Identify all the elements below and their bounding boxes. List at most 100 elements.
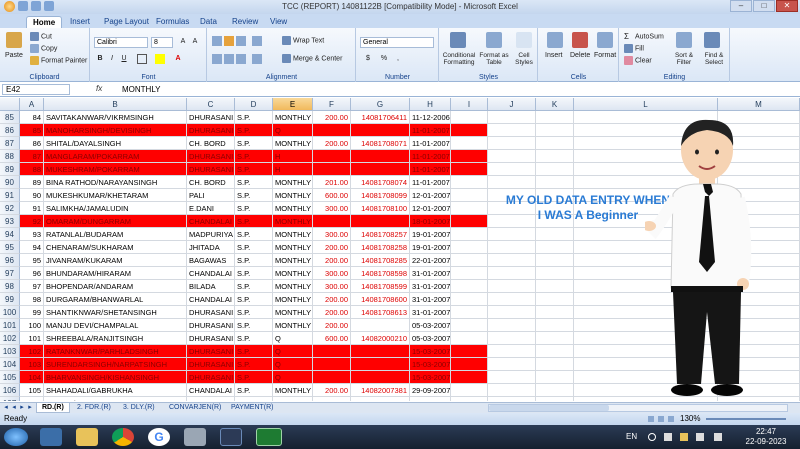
cell-f[interactable]: 600.00	[313, 332, 351, 345]
cell-j[interactable]	[488, 163, 536, 176]
cell-j[interactable]	[488, 293, 536, 306]
cell-c[interactable]: DHURASANI	[187, 124, 235, 137]
cell-g[interactable]: 14081708074	[351, 176, 410, 189]
cell-k[interactable]	[536, 254, 574, 267]
cell-d[interactable]: S.P.	[235, 202, 273, 215]
cell-j[interactable]	[488, 280, 536, 293]
cell-a[interactable]: 105	[20, 384, 44, 397]
cell-e[interactable]: MONTHLY	[273, 280, 313, 293]
cell-c[interactable]: CHANDALAI	[187, 293, 235, 306]
cell-b[interactable]: SHAHADALI/GABRUKHA	[44, 384, 187, 397]
copy-button[interactable]: Copy	[30, 44, 57, 53]
row-header[interactable]: 100	[0, 306, 20, 319]
bold-button[interactable]: B	[95, 54, 105, 64]
font-size-select[interactable]: 8	[151, 37, 173, 48]
minimize-button[interactable]: –	[730, 0, 752, 12]
cell-e[interactable]: H	[273, 163, 313, 176]
page-break-view-icon[interactable]	[668, 416, 674, 422]
align-center-icon[interactable]	[224, 54, 234, 64]
cell-h[interactable]: 29-09-2007	[410, 384, 451, 397]
cell-f[interactable]	[313, 124, 351, 137]
cell-h[interactable]: 19-01-2007	[410, 241, 451, 254]
cell-i[interactable]	[451, 306, 488, 319]
cell-styles-button[interactable]: Cell Styles	[512, 52, 536, 66]
cell-b[interactable]: MUKESHKUMAR/KHETARAM	[44, 189, 187, 202]
cell-e[interactable]: MONTHLY	[273, 137, 313, 150]
select-all-corner[interactable]	[0, 98, 20, 111]
cell-c[interactable]: DHURASANI	[187, 163, 235, 176]
horizontal-scrollbar[interactable]	[488, 404, 788, 412]
cell-e[interactable]: MONTHLY	[273, 267, 313, 280]
cell-f[interactable]: 200.00	[313, 319, 351, 332]
cell-k[interactable]	[536, 150, 574, 163]
cell-c[interactable]: DHURASANI	[187, 111, 235, 124]
cell-f[interactable]: 200.00	[313, 384, 351, 397]
cell-b[interactable]: MANJU DEVI/CHAMPALAL	[44, 319, 187, 332]
cell-k[interactable]	[536, 267, 574, 280]
cell-j[interactable]	[488, 371, 536, 384]
column-header-d[interactable]: D	[235, 98, 273, 111]
find-select-button[interactable]: Find & Select	[700, 52, 728, 66]
cell-d[interactable]: S.P.	[235, 306, 273, 319]
shrink-font-icon[interactable]: A	[190, 37, 200, 47]
column-header-k[interactable]: K	[536, 98, 574, 111]
cell-g[interactable]: 14082000210	[351, 332, 410, 345]
cell-d[interactable]: S.P.	[235, 176, 273, 189]
cell-d[interactable]: S.P.	[235, 397, 273, 401]
calculator-icon[interactable]	[184, 428, 206, 446]
cell-i[interactable]	[451, 384, 488, 397]
cell-j[interactable]	[488, 124, 536, 137]
cell-e[interactable]: Q	[273, 332, 313, 345]
cell-d[interactable]: S.P.	[235, 358, 273, 371]
cell-i[interactable]	[451, 137, 488, 150]
cell-h[interactable]: 31-01-2007	[410, 293, 451, 306]
delete-cells-button[interactable]: Delete	[570, 52, 590, 59]
cell-c[interactable]: CH. BORD	[187, 137, 235, 150]
chrome-icon[interactable]	[112, 428, 134, 446]
cell-k[interactable]	[536, 280, 574, 293]
cell-e[interactable]: MONTHLY	[273, 228, 313, 241]
cell-k[interactable]	[536, 384, 574, 397]
cell-d[interactable]: S.P.	[235, 137, 273, 150]
cell-e[interactable]: MONTHLY	[273, 293, 313, 306]
prev-sheet-arrow-icon[interactable]: ◂	[10, 403, 18, 413]
row-header[interactable]: 102	[0, 332, 20, 345]
cell-i[interactable]	[451, 189, 488, 202]
cell-a[interactable]: 89	[20, 176, 44, 189]
cell-a[interactable]: 91	[20, 202, 44, 215]
cell-c[interactable]: DHURASANI	[187, 306, 235, 319]
action-center-icon[interactable]	[664, 433, 672, 441]
cell-a[interactable]: 94	[20, 241, 44, 254]
cell-j[interactable]	[488, 384, 536, 397]
cell-k[interactable]	[536, 241, 574, 254]
row-header[interactable]: 91	[0, 189, 20, 202]
cell-g[interactable]: 14081708258	[351, 241, 410, 254]
show-desktop-icon[interactable]	[40, 428, 62, 446]
cell-h[interactable]: 11-12-2006	[410, 111, 451, 124]
fx-icon[interactable]: fx	[96, 84, 102, 93]
cell-i[interactable]	[451, 293, 488, 306]
cell-e[interactable]: MONTHLY	[273, 189, 313, 202]
cell-a[interactable]: 102	[20, 345, 44, 358]
row-header[interactable]: 99	[0, 293, 20, 306]
align-right-icon[interactable]	[236, 54, 246, 64]
cell-f[interactable]: 200.00	[313, 306, 351, 319]
cell-i[interactable]	[451, 111, 488, 124]
cell-c[interactable]: BILADA	[187, 280, 235, 293]
row-header[interactable]: 90	[0, 176, 20, 189]
excel-taskbar-icon[interactable]	[256, 428, 282, 446]
notification-icon[interactable]	[714, 433, 722, 441]
google-icon[interactable]: G	[148, 428, 170, 446]
cell-e[interactable]: MONTHLY	[273, 319, 313, 332]
cell-d[interactable]: S.P.	[235, 124, 273, 137]
cell-c[interactable]: MADPURIYA	[187, 228, 235, 241]
column-header-l[interactable]: L	[574, 98, 718, 111]
cell-g[interactable]: 14081708071	[351, 137, 410, 150]
tab-review[interactable]: Review	[226, 16, 264, 28]
cell-a[interactable]: 85	[20, 124, 44, 137]
row-header[interactable]: 103	[0, 345, 20, 358]
fill-color-icon[interactable]	[155, 54, 165, 64]
cell-h[interactable]: 11-01-2007	[410, 176, 451, 189]
cell-a[interactable]: 84	[20, 111, 44, 124]
cell-g[interactable]: 14081706411	[351, 111, 410, 124]
